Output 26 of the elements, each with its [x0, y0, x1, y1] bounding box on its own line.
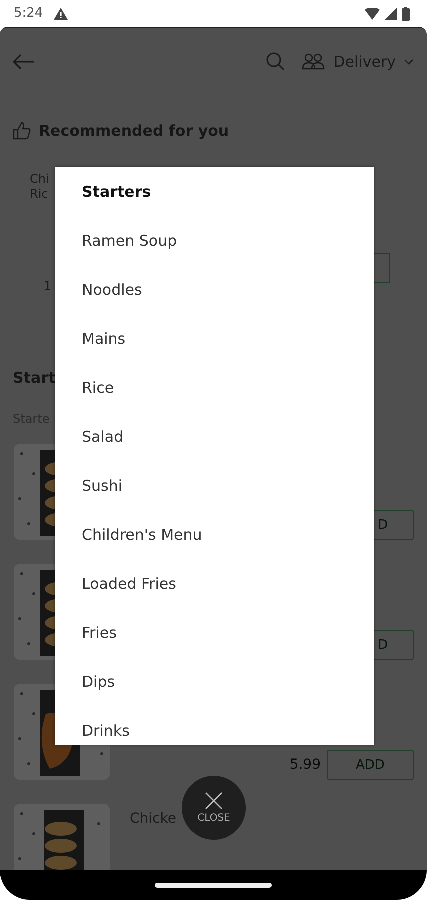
thumbs-up-icon: [13, 122, 31, 140]
menu-item[interactable]: Fries: [55, 608, 374, 657]
wifi-icon: [365, 8, 380, 20]
warning-icon: [54, 8, 68, 20]
close-icon: [205, 792, 223, 810]
menu-item[interactable]: Dips: [55, 657, 374, 706]
back-arrow-icon[interactable]: [13, 54, 35, 70]
people-icon: [302, 52, 326, 70]
menu-item[interactable]: Mains: [55, 314, 374, 363]
section-title: Recommended for you: [39, 122, 230, 140]
menu-item[interactable]: Salad: [55, 412, 374, 461]
menu-item[interactable]: Noodles: [55, 265, 374, 314]
category-heading: Start: [13, 369, 57, 387]
search-icon[interactable]: [266, 52, 285, 71]
status-time: 5:24: [14, 6, 44, 21]
chevron-down-icon: [404, 58, 414, 64]
menu-item[interactable]: Sushi: [55, 461, 374, 510]
menu-item[interactable]: Ramen Soup: [55, 216, 374, 265]
menu-item[interactable]: Children's Menu: [55, 510, 374, 559]
battery-icon: [402, 6, 410, 20]
dish-price: 5.99: [290, 756, 321, 775]
home-indicator[interactable]: [155, 882, 272, 888]
menu-item[interactable]: Starters: [55, 167, 374, 216]
menu-item[interactable]: Rice: [55, 363, 374, 412]
signal-icon: [385, 8, 397, 20]
menu-item[interactable]: Loaded Fries: [55, 559, 374, 608]
